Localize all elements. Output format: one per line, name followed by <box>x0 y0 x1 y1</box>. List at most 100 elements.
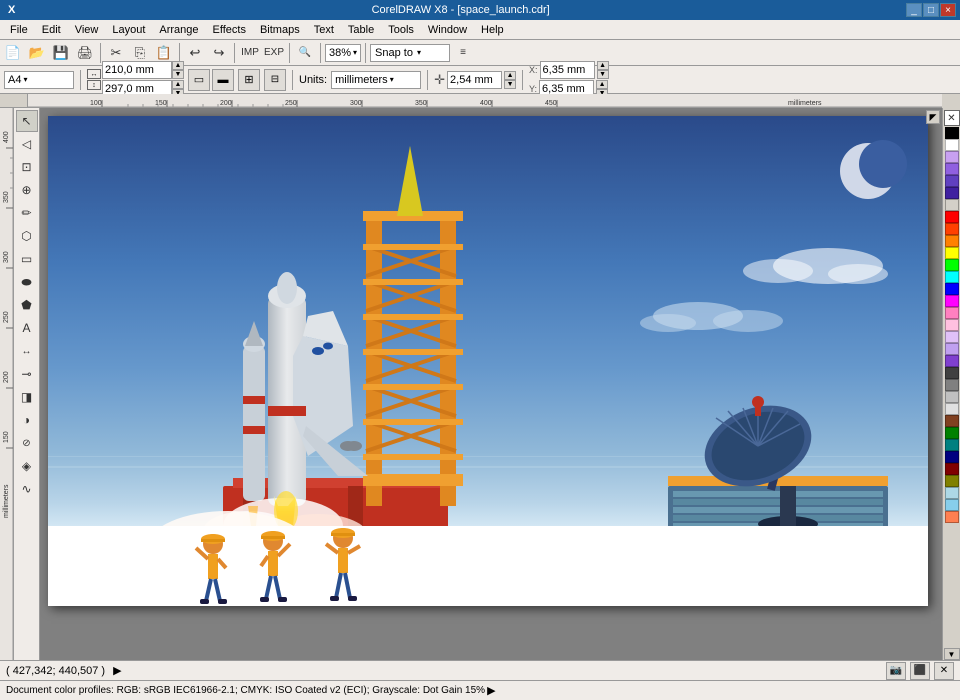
close-button[interactable]: × <box>940 3 956 17</box>
color-swatch-light-blue[interactable] <box>945 487 959 499</box>
zoom-in-button[interactable]: 🔍 <box>294 42 316 64</box>
x-spinner[interactable]: ▲▼ <box>597 61 609 79</box>
canvas-area[interactable]: ◤ <box>40 108 942 660</box>
ellipse-tool-button[interactable]: ⬬ <box>16 271 38 293</box>
nudge-down[interactable]: ▼ <box>504 80 516 89</box>
snap-options-button[interactable]: ≡ <box>452 42 474 64</box>
white-swatch[interactable] <box>945 139 959 151</box>
smart-fill-button[interactable]: ⬡ <box>16 225 38 247</box>
page-size-dropdown[interactable]: A4 ▾ <box>4 71 74 89</box>
color-swatch-magenta[interactable] <box>945 295 959 307</box>
open-button[interactable]: 📂 <box>26 42 48 64</box>
color-swatch-olive[interactable] <box>945 475 959 487</box>
color-swatch-1[interactable] <box>945 151 959 163</box>
camera-icon[interactable]: 📷 <box>886 662 906 680</box>
color-swatch-dark-green[interactable] <box>945 427 959 439</box>
color-swatch-light-gray[interactable] <box>945 391 959 403</box>
menu-table[interactable]: Table <box>342 23 380 37</box>
color-swatch-lavender[interactable] <box>945 331 959 343</box>
menu-view[interactable]: View <box>69 23 105 37</box>
width-up[interactable]: ▲ <box>172 61 184 70</box>
zoom-dropdown[interactable]: 38% ▾ <box>325 44 361 62</box>
stroke-icon[interactable]: ✕ <box>934 662 954 680</box>
color-swatch-green[interactable] <box>945 259 959 271</box>
width-spinner[interactable]: ▲▼ <box>172 61 184 79</box>
nudge-input[interactable] <box>447 71 502 89</box>
import-button[interactable]: IMP <box>239 42 261 64</box>
save-button[interactable]: 💾 <box>50 42 72 64</box>
x-up[interactable]: ▲ <box>597 61 609 70</box>
menu-help[interactable]: Help <box>475 23 510 37</box>
color-swatch-orange-red[interactable] <box>945 223 959 235</box>
color-swatch-dark-red[interactable] <box>945 463 959 475</box>
color-swatch-4[interactable] <box>945 187 959 199</box>
color-swatch-dark-gray[interactable] <box>945 367 959 379</box>
menu-text[interactable]: Text <box>308 23 340 37</box>
units-dropdown[interactable]: millimeters ▾ <box>331 71 421 89</box>
color-swatch-blue[interactable] <box>945 283 959 295</box>
color-swatch-3[interactable] <box>945 175 959 187</box>
menu-tools[interactable]: Tools <box>382 23 420 37</box>
color-swatch-purple[interactable] <box>945 355 959 367</box>
menu-effects[interactable]: Effects <box>207 23 252 37</box>
palette-scroll-down[interactable]: ▼ <box>944 648 960 660</box>
color-swatch-teal[interactable] <box>945 439 959 451</box>
width-down[interactable]: ▼ <box>172 70 184 79</box>
color-swatch-2[interactable] <box>945 163 959 175</box>
menu-bitmaps[interactable]: Bitmaps <box>254 23 306 37</box>
undo-button[interactable]: ↩ <box>184 42 206 64</box>
menu-edit[interactable]: Edit <box>36 23 67 37</box>
color-swatch-red[interactable] <box>945 211 959 223</box>
color-swatch-light-pink[interactable] <box>945 319 959 331</box>
color-swatch-orange[interactable] <box>945 235 959 247</box>
x-coord-input[interactable] <box>540 61 595 79</box>
minimize-button[interactable]: _ <box>906 3 922 17</box>
transparency-tool-button[interactable]: ◑ <box>16 409 38 431</box>
nudge-spinner[interactable]: ▲▼ <box>504 71 516 89</box>
color-swatch-sky-blue[interactable] <box>945 499 959 511</box>
zoom-tool-button[interactable]: ⊕ <box>16 179 38 201</box>
nudge-up[interactable]: ▲ <box>504 71 516 80</box>
menu-arrange[interactable]: Arrange <box>153 23 204 37</box>
color-profile-arrow[interactable]: ▶ <box>487 684 495 697</box>
smart-draw-button[interactable]: ∿ <box>16 478 38 500</box>
freehand-tool-button[interactable]: ✏ <box>16 202 38 224</box>
snap-to-dropdown[interactable]: Snap to ▾ <box>370 44 450 62</box>
landscape-button[interactable]: ▬ <box>212 69 234 91</box>
color-swatch-light-purple[interactable] <box>945 343 959 355</box>
black-swatch[interactable] <box>945 127 959 139</box>
shadow-tool-button[interactable]: ◨ <box>16 386 38 408</box>
crop-tool-button[interactable]: ⊡ <box>16 156 38 178</box>
export-button[interactable]: EXP <box>263 42 285 64</box>
polygon-tool-button[interactable]: ⬟ <box>16 294 38 316</box>
play-button[interactable]: ▶ <box>113 664 121 677</box>
fill-tool-button[interactable]: ◈ <box>16 455 38 477</box>
rectangle-tool-button[interactable]: ▭ <box>16 248 38 270</box>
color-swatch-gray[interactable] <box>945 379 959 391</box>
color-swatch-navy[interactable] <box>945 451 959 463</box>
no-color-swatch[interactable]: ✕ <box>944 110 960 126</box>
width-input[interactable] <box>102 61 172 79</box>
color-swatch-brown[interactable] <box>945 415 959 427</box>
x-down[interactable]: ▼ <box>597 70 609 79</box>
bleed-button[interactable]: ⊟ <box>264 69 286 91</box>
color-swatch-5[interactable] <box>945 199 959 211</box>
color-swatch-silver[interactable] <box>945 403 959 415</box>
color-swatch-pink[interactable] <box>945 307 959 319</box>
connector-tool-button[interactable]: ⊸ <box>16 363 38 385</box>
canvas-scroll-tl[interactable]: ◤ <box>926 110 940 124</box>
new-button[interactable]: 📄 <box>2 42 24 64</box>
page-frame-button[interactable]: ⊞ <box>238 69 260 91</box>
dimension-tool-button[interactable]: ↔ <box>16 340 38 362</box>
menu-file[interactable]: File <box>4 23 34 37</box>
color-swatch-cyan[interactable] <box>945 271 959 283</box>
portrait-button[interactable]: ▭ <box>188 69 210 91</box>
y-up[interactable]: ▲ <box>596 80 608 89</box>
shape-tool-button[interactable]: ◁ <box>16 133 38 155</box>
eyedropper-button[interactable]: ⊘ <box>16 432 38 454</box>
color-swatch-coral[interactable] <box>945 511 959 523</box>
fill-icon[interactable]: ⬛ <box>910 662 930 680</box>
selection-tool-button[interactable]: ↖ <box>16 110 38 132</box>
redo-button[interactable]: ↪ <box>208 42 230 64</box>
menu-layout[interactable]: Layout <box>106 23 151 37</box>
